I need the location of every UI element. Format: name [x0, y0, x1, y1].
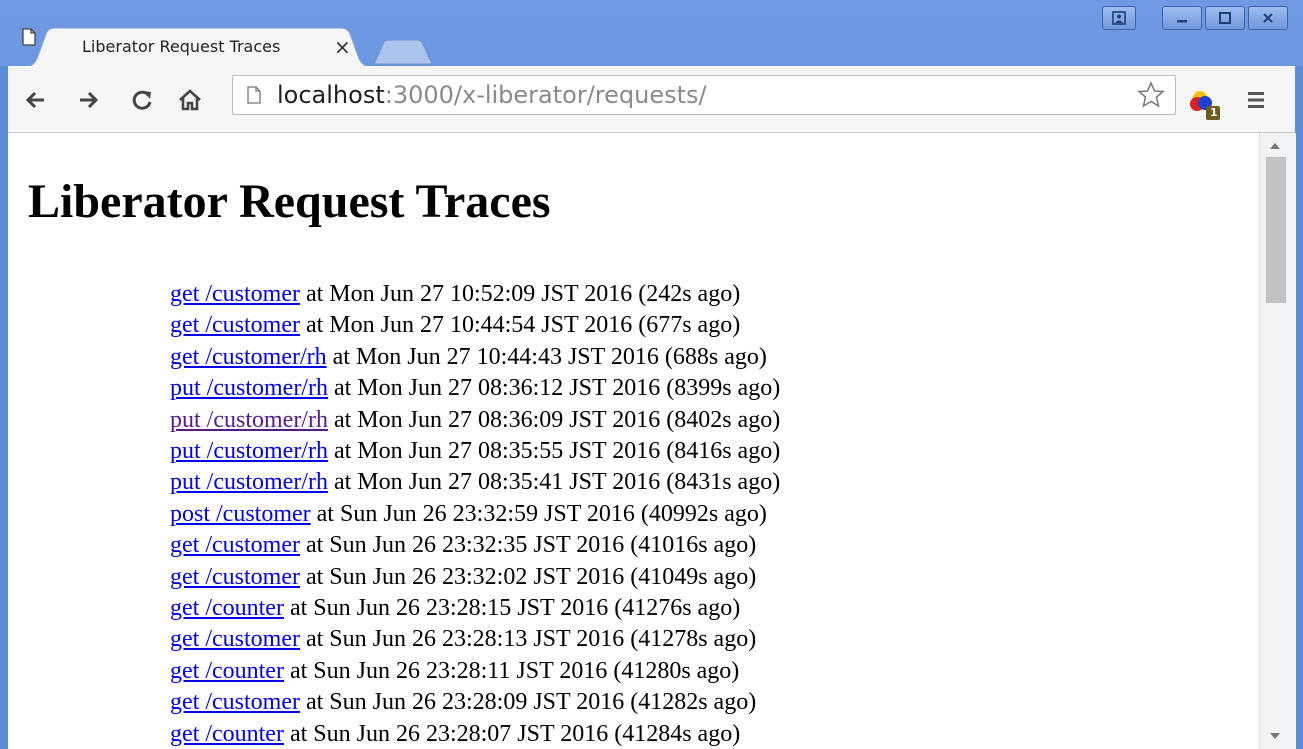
tab-title: Liberator Request Traces — [82, 37, 281, 56]
request-detail: at Mon Jun 27 10:44:54 JST 2016 (677s ag… — [299, 312, 741, 339]
request-link[interactable]: put /customer/rh — [170, 469, 328, 495]
request-detail: at Mon Jun 27 10:44:43 JST 2016 (688s ag… — [326, 343, 767, 370]
request-row: get /customer at Mon Jun 27 10:44:54 JST… — [170, 310, 780, 341]
request-row: get /customer at Mon Jun 27 10:52:09 JST… — [170, 279, 780, 310]
home-icon[interactable] — [174, 84, 206, 116]
request-detail: at Mon Jun 27 08:36:12 JST 2016 (8399s a… — [327, 375, 781, 402]
request-row: get /counter at Sun Jun 26 23:28:15 JST … — [170, 593, 780, 624]
request-link[interactable]: put /customer/rh — [170, 407, 328, 433]
tab-close-button[interactable]: × — [334, 35, 351, 59]
url-host: localhost — [277, 81, 385, 109]
minimize-icon[interactable] — [1162, 6, 1202, 30]
window-right-edge — [1295, 66, 1303, 749]
extension-icon[interactable]: 1 — [1188, 86, 1224, 122]
browser-tab[interactable]: Liberator Request Traces × — [22, 28, 374, 68]
request-link[interactable]: get /customer — [170, 564, 300, 590]
request-link[interactable]: get /customer — [170, 626, 300, 652]
request-detail: at Mon Jun 27 10:52:09 JST 2016 (242s ag… — [299, 281, 741, 307]
request-row: put /customer/rh at Mon Jun 27 08:36:12 … — [170, 373, 780, 404]
page-content: Liberator Request Traces get /customer a… — [8, 133, 1259, 749]
request-row: get /counter at Sun Jun 26 23:28:07 JST … — [170, 719, 780, 749]
request-link[interactable]: get /customer/rh — [170, 344, 327, 370]
window-left-edge — [0, 66, 8, 749]
extension-badge: 1 — [1210, 106, 1218, 119]
scrollbar-thumb[interactable] — [1266, 157, 1286, 303]
star-icon[interactable] — [1137, 81, 1165, 109]
back-arrow-icon[interactable] — [20, 84, 52, 116]
request-link[interactable]: get /customer — [170, 312, 300, 338]
scroll-down-arrow[interactable] — [1270, 733, 1280, 739]
request-link[interactable]: get /customer — [170, 281, 300, 307]
request-row: get /customer at Sun Jun 26 23:28:13 JST… — [170, 624, 780, 655]
page-icon — [22, 28, 36, 46]
request-detail: at Mon Jun 27 08:35:55 JST 2016 (8416s a… — [327, 438, 781, 465]
reload-icon[interactable] — [126, 84, 158, 116]
request-link[interactable]: get /counter — [170, 658, 284, 684]
request-detail: at Sun Jun 26 23:28:09 JST 2016 (41282s … — [299, 689, 757, 716]
request-detail: at Mon Jun 27 08:36:09 JST 2016 (8402s a… — [327, 406, 781, 433]
request-detail: at Sun Jun 26 23:32:35 JST 2016 (41016s … — [299, 532, 757, 559]
request-link[interactable]: get /counter — [170, 721, 284, 747]
url-text[interactable]: localhost:3000/x-liberator/requests/ — [277, 81, 707, 109]
request-detail: at Mon Jun 27 08:35:41 JST 2016 (8431s a… — [327, 469, 781, 496]
request-list: get /customer at Mon Jun 27 10:52:09 JST… — [170, 279, 780, 749]
request-row: get /customer at Sun Jun 26 23:32:02 JST… — [170, 562, 780, 593]
request-link[interactable]: post /customer — [170, 501, 311, 527]
scroll-up-arrow[interactable] — [1270, 143, 1280, 149]
address-bar[interactable]: localhost:3000/x-liberator/requests/ — [232, 75, 1176, 115]
request-detail: at Sun Jun 26 23:28:15 JST 2016 (41276s … — [283, 595, 741, 622]
request-detail: at Sun Jun 26 23:28:11 JST 2016 (41280s … — [283, 657, 740, 684]
user-icon[interactable] — [1102, 6, 1136, 30]
request-link[interactable]: put /customer/rh — [170, 375, 328, 401]
forward-arrow-icon[interactable] — [72, 84, 104, 116]
request-row: put /customer/rh at Mon Jun 27 08:36:09 … — [170, 405, 780, 436]
request-row: put /customer/rh at Mon Jun 27 08:35:55 … — [170, 436, 780, 467]
page-icon — [247, 86, 261, 104]
request-detail: at Sun Jun 26 23:32:02 JST 2016 (41049s … — [299, 563, 757, 590]
request-link[interactable]: put /customer/rh — [170, 438, 328, 464]
close-icon[interactable] — [1248, 6, 1288, 30]
browser-toolbar: localhost:3000/x-liberator/requests/ 1 — [8, 66, 1295, 133]
new-tab-button[interactable] — [373, 39, 433, 66]
request-detail: at Sun Jun 26 23:28:13 JST 2016 (41278s … — [299, 626, 757, 653]
request-row: post /customer at Sun Jun 26 23:32:59 JS… — [170, 499, 780, 530]
url-path: :3000/x-liberator/requests/ — [384, 81, 707, 109]
request-link[interactable]: get /customer — [170, 689, 300, 715]
request-row: get /customer/rh at Mon Jun 27 10:44:43 … — [170, 342, 780, 373]
request-row: put /customer/rh at Mon Jun 27 08:35:41 … — [170, 467, 780, 498]
request-row: get /counter at Sun Jun 26 23:28:11 JST … — [170, 656, 780, 687]
request-detail: at Sun Jun 26 23:32:59 JST 2016 (40992s … — [310, 500, 767, 527]
page-title: Liberator Request Traces — [28, 175, 551, 228]
request-link[interactable]: get /customer — [170, 532, 300, 558]
request-link[interactable]: get /counter — [170, 595, 284, 621]
request-row: get /customer at Sun Jun 26 23:32:35 JST… — [170, 530, 780, 561]
menu-icon[interactable] — [1244, 88, 1268, 112]
maximize-icon[interactable] — [1205, 6, 1245, 30]
request-row: get /customer at Sun Jun 26 23:28:09 JST… — [170, 687, 780, 718]
request-detail: at Sun Jun 26 23:28:07 JST 2016 (41284s … — [283, 720, 741, 747]
vertical-scrollbar[interactable] — [1259, 133, 1296, 749]
